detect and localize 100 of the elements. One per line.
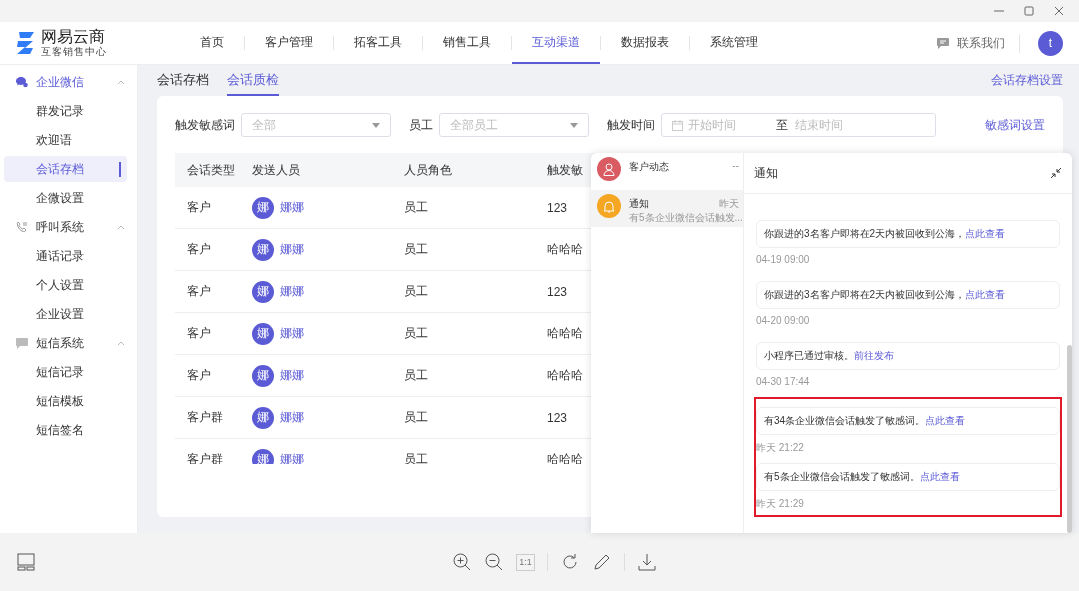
table-cell: 员工 xyxy=(392,228,535,271)
actual-size-button[interactable]: 1:1 xyxy=(516,553,535,571)
message-time: 昨天 21:22 xyxy=(756,441,805,455)
collapse-icon[interactable] xyxy=(1050,167,1062,179)
person-icon xyxy=(597,157,621,181)
keyword-settings-link[interactable]: 敏感词设置 xyxy=(985,116,1045,134)
logo-icon xyxy=(16,30,36,56)
sidebar-item[interactable]: 企业设置 xyxy=(4,301,127,327)
sidebar-item[interactable]: 短信签名 xyxy=(4,417,127,443)
layout-icon[interactable] xyxy=(16,552,36,572)
contact-button[interactable]: 联系我们 xyxy=(931,33,1020,53)
sidebar-item[interactable]: 欢迎语 xyxy=(4,127,127,153)
chevron-icon xyxy=(117,340,125,346)
download-icon[interactable] xyxy=(636,552,657,572)
table-cell: 客户 xyxy=(175,228,240,271)
nav-tab[interactable]: 拓客工具 xyxy=(334,22,422,64)
message-icon xyxy=(16,337,28,349)
sender-name[interactable]: 娜娜 xyxy=(280,283,304,300)
message-time: 昨天 21:29 xyxy=(756,497,805,511)
column-header: 会话类型 xyxy=(175,153,240,187)
table-cell: 客户群 xyxy=(175,438,240,464)
message-text: 有5条企业微信会话触发了敏感词。 xyxy=(764,471,920,482)
message-time: 04-20 09:00 xyxy=(756,315,811,326)
message-link[interactable]: 点此查看 xyxy=(919,471,960,482)
column-header: 发送人员 xyxy=(240,153,392,187)
user-avatar: 娜 xyxy=(252,364,274,387)
nav-tab[interactable]: 数据报表 xyxy=(601,22,689,64)
sidebar-item[interactable]: 群发记录 xyxy=(4,98,127,124)
sidebar-item[interactable]: 短信记录 xyxy=(4,359,127,385)
sidebar-item[interactable]: 会话存档 xyxy=(4,156,127,182)
notification-channel[interactable]: 通知 昨天 有5条企业微信会话触发... xyxy=(591,190,743,227)
table-cell: 员工 xyxy=(392,396,535,439)
nav-tab[interactable]: 客户管理 xyxy=(245,22,333,64)
sidebar-group[interactable]: 企业微信 xyxy=(0,69,137,95)
message-link[interactable]: 点此查看 xyxy=(965,289,1006,300)
message-link[interactable]: 前往发布 xyxy=(854,350,894,361)
zoom-out-icon[interactable] xyxy=(484,552,505,572)
user-avatar: 娜 xyxy=(252,448,274,464)
column-header: 人员角色 xyxy=(392,153,535,187)
maximize-icon[interactable] xyxy=(1023,5,1035,17)
sidebar-item[interactable]: 短信模板 xyxy=(4,388,127,414)
user-avatar: 娜 xyxy=(252,280,274,303)
sidebar-group[interactable]: 呼叫系统 xyxy=(0,214,137,240)
sender-name[interactable]: 娜娜 xyxy=(280,367,304,384)
dropdown-icon xyxy=(570,122,578,128)
message-text: 你跟进的3名客户即将在2天内被回收到公海， xyxy=(764,228,966,239)
table-cell: 员工 xyxy=(392,187,535,229)
table-cell: 客户 xyxy=(175,270,240,313)
table-cell: 员工 xyxy=(392,312,535,355)
sender-name[interactable]: 娜娜 xyxy=(280,451,304,464)
bell-icon xyxy=(597,194,621,218)
table-cell: 客户 xyxy=(175,354,240,397)
table-cell: 客户 xyxy=(175,187,240,229)
user-avatar: 娜 xyxy=(252,406,274,429)
close-icon[interactable] xyxy=(1053,5,1065,17)
table-cell: 员工 xyxy=(392,438,535,464)
sender-name[interactable]: 娜娜 xyxy=(280,325,304,342)
date-range-field[interactable]: 开始时间 至 结束时间 xyxy=(661,113,936,137)
table-cell: 员工 xyxy=(392,354,535,397)
table-cell: 客户群 xyxy=(175,396,240,439)
nav-tab[interactable]: 首页 xyxy=(180,22,244,64)
notification-channel[interactable]: 客户动态 -- xyxy=(591,153,743,190)
message-link[interactable]: 点此查看 xyxy=(925,415,966,426)
sender-name[interactable]: 娜娜 xyxy=(280,199,304,216)
chat-icon xyxy=(937,37,949,49)
user-avatar: 娜 xyxy=(252,196,274,219)
message-time: 04-30 17:44 xyxy=(756,376,811,387)
table-cell: 客户 xyxy=(175,312,240,355)
message-link[interactable]: 点此查看 xyxy=(965,228,1006,239)
logo-title: 网易云商 xyxy=(41,28,106,46)
sender-name[interactable]: 娜娜 xyxy=(280,241,304,258)
panel-title: 通知 xyxy=(754,164,778,182)
message-text: 有34条企业微信会话触发了敏感词。 xyxy=(764,415,926,426)
settings-link[interactable]: 会话存档设置 xyxy=(991,72,1063,89)
table-cell: 员工 xyxy=(392,270,535,313)
sender-name[interactable]: 娜娜 xyxy=(280,409,304,426)
logo-subtitle: 互客销售中心 xyxy=(41,46,107,58)
chevron-icon xyxy=(117,79,125,85)
nav-tab[interactable]: 系统管理 xyxy=(690,22,778,64)
filter-label: 触发敏感词 xyxy=(175,116,235,134)
filter-label: 触发时间 xyxy=(607,116,655,134)
user-avatar: 娜 xyxy=(252,322,274,345)
sub-tab[interactable]: 会话存档 xyxy=(157,65,209,96)
chat-icon xyxy=(16,76,28,88)
message-text: 小程序已通过审核。 xyxy=(764,350,854,361)
sidebar-item[interactable]: 企微设置 xyxy=(4,185,127,211)
dropdown-icon xyxy=(372,122,380,128)
sidebar-item[interactable]: 通话记录 xyxy=(4,243,127,269)
user-avatar: 娜 xyxy=(252,238,274,261)
sidebar-group[interactable]: 短信系统 xyxy=(0,330,137,356)
calendar-icon xyxy=(672,119,683,131)
nav-tab[interactable]: 销售工具 xyxy=(423,22,511,64)
message-text: 你跟进的3名客户即将在2天内被回收到公海， xyxy=(764,289,966,300)
phone-icon xyxy=(16,221,28,233)
pencil-icon[interactable] xyxy=(591,552,612,572)
sidebar-item[interactable]: 个人设置 xyxy=(4,272,127,298)
zoom-in-icon[interactable] xyxy=(452,552,473,572)
user-avatar[interactable]: t xyxy=(1038,30,1063,56)
filter-label: 员工 xyxy=(409,116,433,134)
message-time: 04-19 09:00 xyxy=(756,254,811,265)
